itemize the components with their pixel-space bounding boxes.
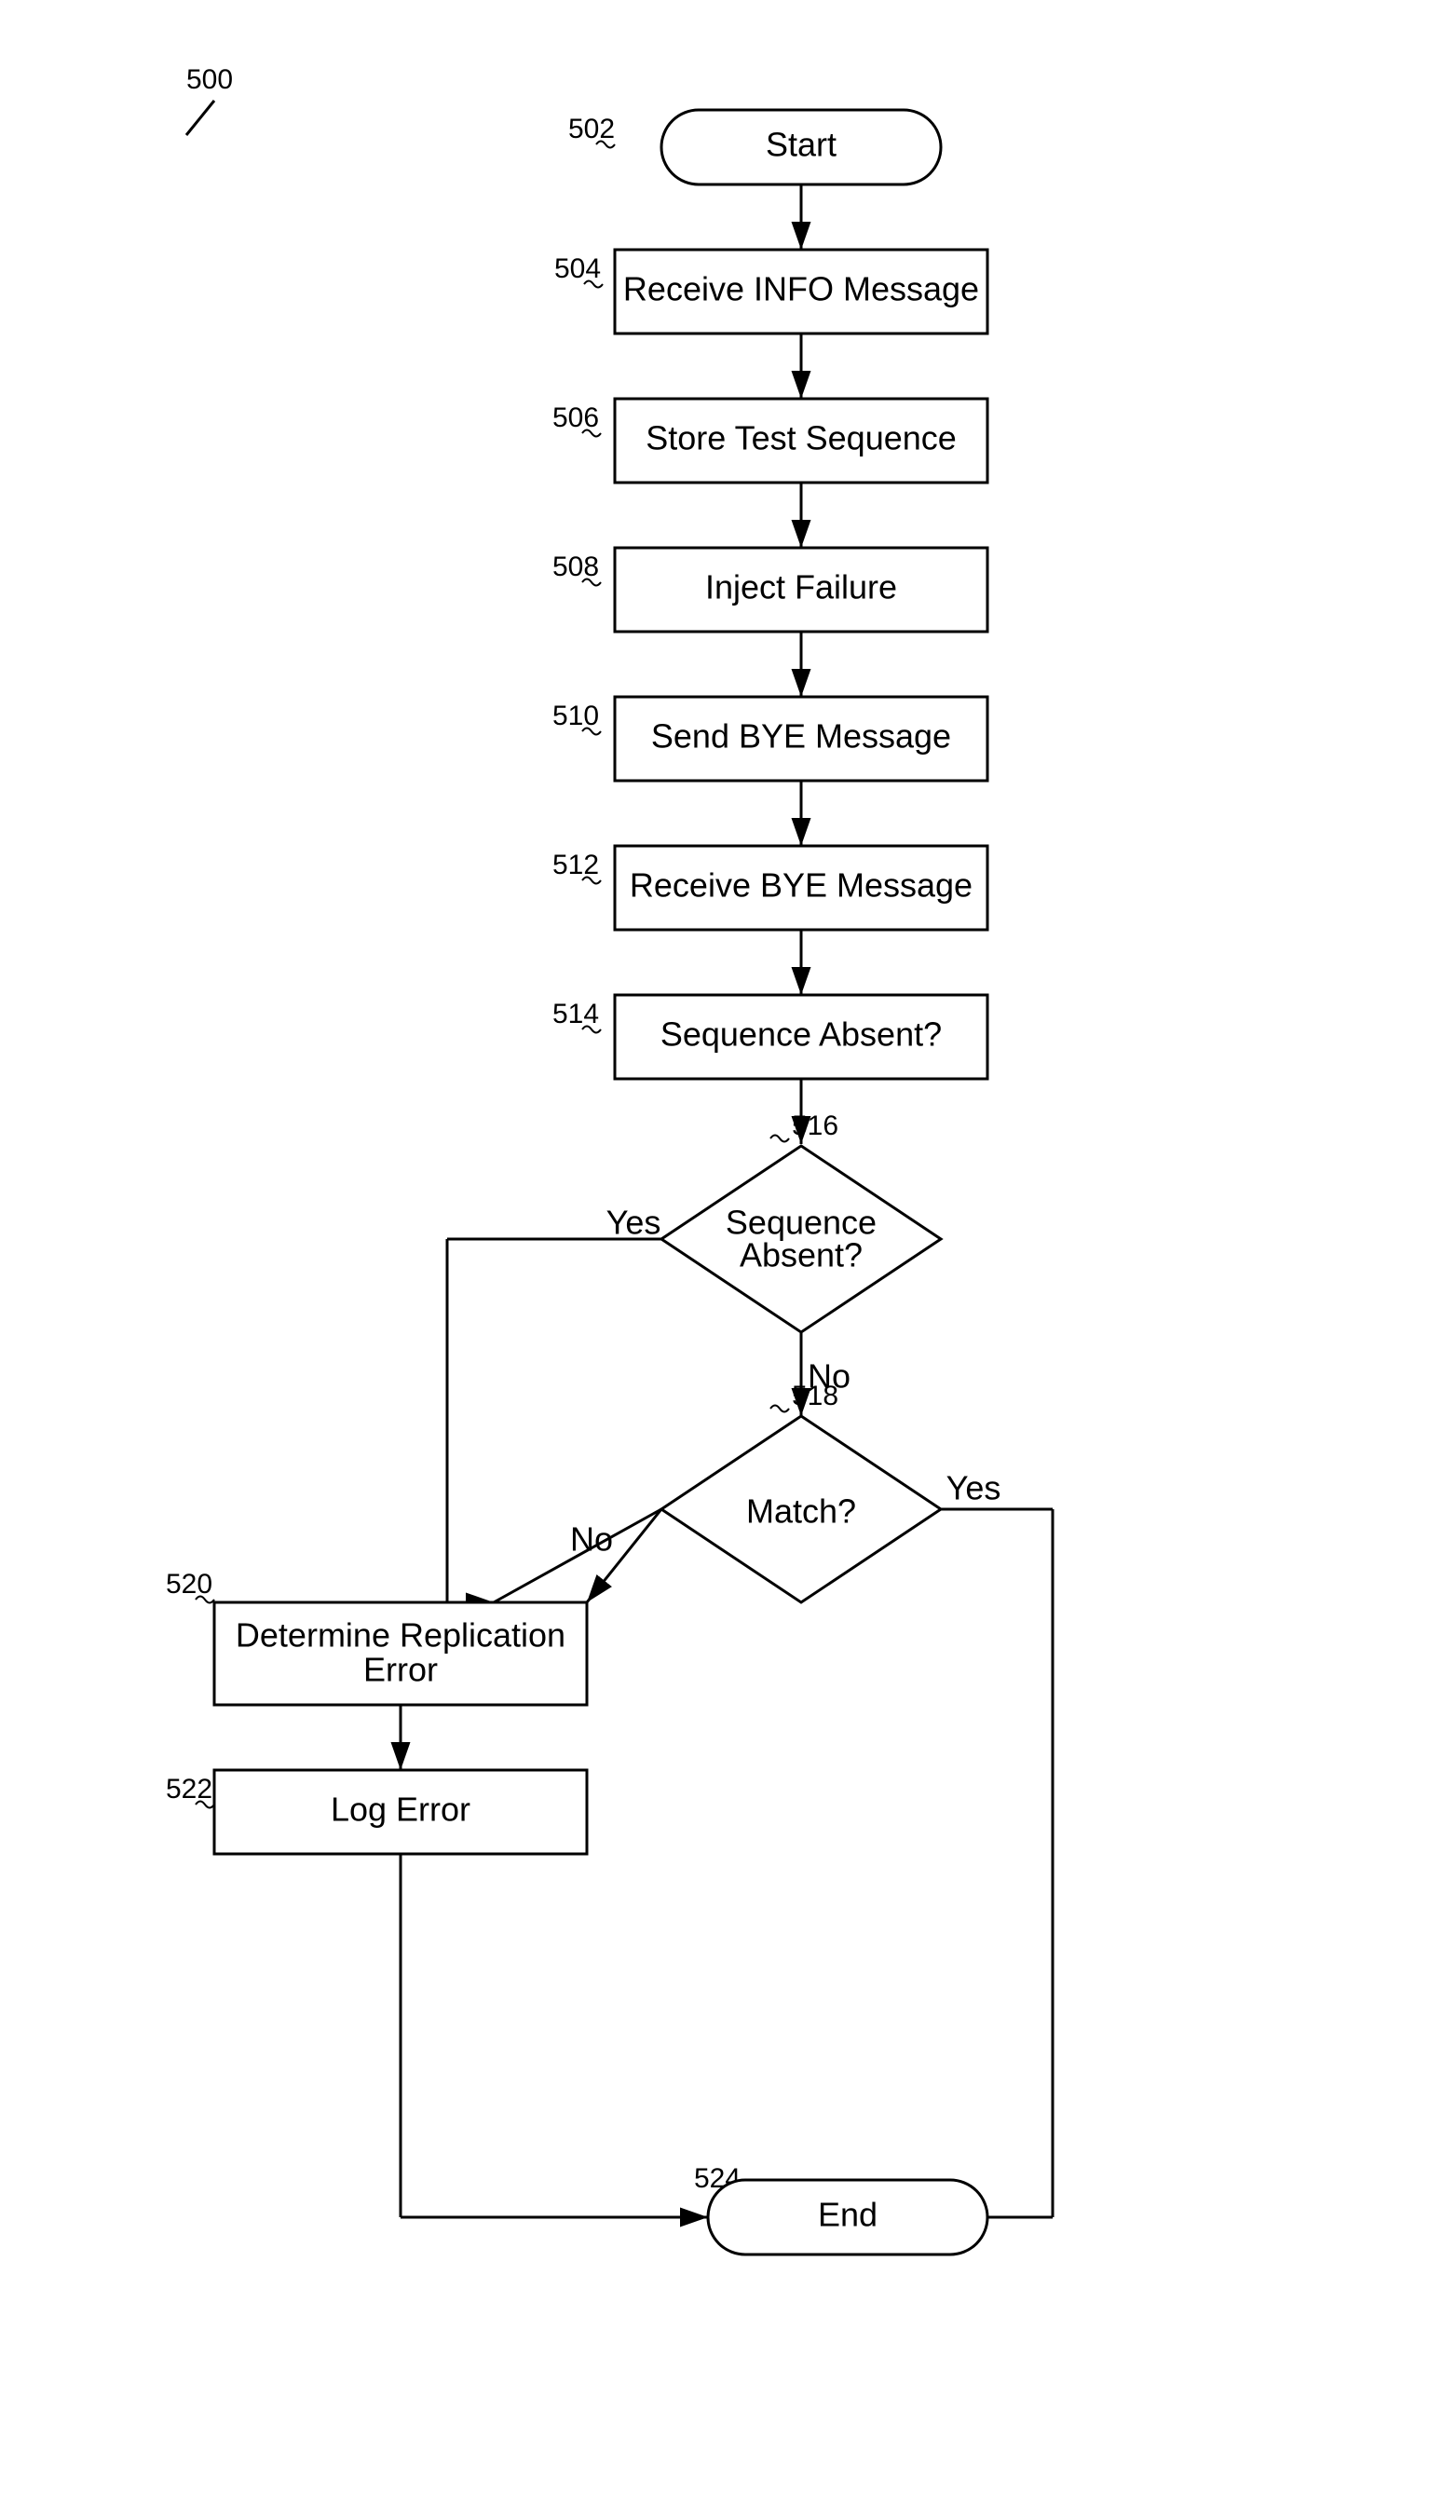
ref-520: 520 [166, 1569, 212, 1600]
ref-508: 508 [552, 552, 599, 582]
ref-518: 518 [792, 1381, 838, 1411]
match-label: Match? [746, 1492, 856, 1531]
ref-500: 500 [186, 64, 233, 95]
end-label: End [818, 2196, 878, 2234]
send-bye-label: Receive BYE Message [630, 866, 973, 905]
inject-failure-label: Send BYE Message [651, 717, 951, 756]
log-error-label: Log Error [331, 1791, 470, 1829]
sequence-absent-line2: Absent? [740, 1236, 863, 1274]
ref-502: 502 [568, 114, 615, 144]
ref-510: 510 [552, 701, 599, 731]
ref-506: 506 [552, 402, 599, 433]
store-test-label: Inject Failure [705, 568, 897, 606]
ref-516: 516 [792, 1110, 838, 1141]
receive-bye-label: Sequence Absent? [660, 1015, 942, 1054]
no-518-label: No [570, 1520, 613, 1559]
send-info-label: Receive INFO Message [623, 270, 979, 308]
determine-rep-error-line2: Error [363, 1651, 438, 1689]
yes-518-label: Yes [946, 1469, 1001, 1507]
flowchart-diagram: 500 502 Start 504 Receive INFO Message 5… [0, 0, 1456, 2515]
receive-info-label: Store Test Sequence [646, 419, 957, 457]
start-label: Start [766, 126, 837, 164]
ref-504: 504 [554, 253, 601, 284]
ref-512: 512 [552, 850, 599, 880]
yes-516-label: Yes [606, 1204, 661, 1242]
ref-522: 522 [166, 1774, 212, 1805]
ref-514: 514 [552, 999, 599, 1029]
determine-rep-error-line1: Determine Replication [236, 1616, 565, 1655]
